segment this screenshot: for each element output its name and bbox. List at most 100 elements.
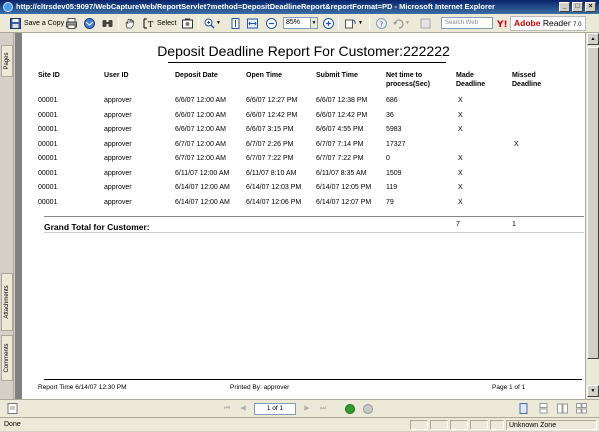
column-header-made-deadline: Made Deadline (456, 72, 486, 88)
cell-made-deadline: X (458, 97, 463, 104)
cell-net-time: 36 (386, 111, 394, 119)
cell-site-id: 00001 (38, 97, 58, 104)
footer-separator (44, 379, 582, 380)
next-page-icon[interactable]: ▶ (302, 404, 312, 414)
cell-site-id: 00001 (38, 155, 58, 162)
tab-comments[interactable]: Comments (1, 335, 13, 381)
tab-pages-label: Pages (4, 52, 10, 70)
cell-submit-time: 6/6/07 12:38 PM (316, 97, 368, 104)
browser-status-bar: Done Unknown Zone (0, 417, 599, 431)
go-back-view-icon[interactable] (345, 404, 355, 414)
zoom-in-icon[interactable] (204, 18, 215, 29)
title-underline (168, 62, 446, 63)
minimize-button[interactable]: _ (559, 2, 570, 12)
column-header-missed-deadline: Missed Deadline (512, 72, 542, 88)
scrollbar-thumb[interactable] (587, 47, 599, 359)
cell-made-deadline: X (458, 111, 463, 119)
vertical-scrollbar[interactable]: ▲ ▼ (585, 33, 599, 399)
report-title: Deposit Deadline Report For Customer:222… (157, 43, 450, 59)
email-icon[interactable] (84, 18, 95, 29)
undo-icon[interactable] (393, 18, 404, 29)
cell-user-id: approver (104, 140, 132, 148)
cell-net-time: 5983 (386, 126, 402, 133)
select-tool-button[interactable]: Select (157, 17, 176, 30)
cell-net-time: 79 (386, 198, 394, 206)
fit-page-icon[interactable] (247, 18, 258, 29)
status-pane (490, 420, 504, 430)
cell-submit-time: 6/14/07 12:05 PM (316, 184, 372, 191)
continuous-layout-icon[interactable] (538, 403, 549, 414)
cell-deposit-date: 6/6/07 12:00 AM (175, 111, 226, 119)
save-copy-icon[interactable] (10, 18, 21, 29)
cell-deposit-date: 6/14/07 12:00 AM (175, 198, 230, 206)
yahoo-search-icon[interactable]: Y! (497, 18, 508, 29)
close-button[interactable]: × (585, 2, 596, 12)
cell-deposit-date: 6/6/07 12:00 AM (175, 97, 226, 104)
status-pane (410, 420, 428, 430)
zoom-input[interactable]: 85% (283, 17, 311, 29)
window-titlebar: http://cltrsdev05:9097/WebCaptureWeb/Rep… (0, 0, 599, 14)
cell-site-id: 00001 (38, 111, 58, 119)
column-header-site-id: Site ID (38, 72, 60, 79)
scroll-up-icon[interactable]: ▲ (587, 33, 599, 45)
cell-site-id: 00001 (38, 126, 58, 133)
cell-net-time: 1509 (386, 169, 402, 177)
zoom-select-arrow-icon[interactable]: ▼ (310, 17, 318, 29)
last-page-icon[interactable]: ⏭ (318, 404, 328, 414)
toolbar-separator (198, 17, 199, 30)
maximize-button[interactable]: □ (572, 2, 583, 12)
search-web-input[interactable]: Search Web (441, 17, 493, 29)
cell-site-id: 00001 (38, 198, 58, 206)
zoom-out-icon[interactable] (266, 18, 277, 29)
find-icon[interactable] (102, 18, 113, 29)
single-page-layout-icon[interactable] (518, 403, 529, 414)
help-icon[interactable]: ? (376, 18, 387, 29)
undo-dropdown-arrow-icon[interactable]: ▼ (405, 17, 410, 30)
tab-pages[interactable]: Pages (1, 45, 13, 77)
security-zone-pane: Unknown Zone (506, 420, 597, 430)
cell-missed-deadline: X (514, 140, 519, 148)
cell-deposit-date: 6/6/07 12:00 AM (175, 126, 226, 133)
rotate-dropdown-arrow-icon[interactable]: ▼ (358, 17, 363, 30)
cell-user-id: approver (104, 126, 132, 133)
page-number-input[interactable]: 1 of 1 (254, 403, 296, 415)
column-header-submit-time: Submit Time (316, 72, 358, 79)
go-forward-view-icon[interactable] (363, 404, 373, 414)
first-page-icon[interactable]: ⏮ (222, 404, 232, 414)
actual-size-icon[interactable] (230, 18, 241, 29)
save-copy-button[interactable]: Save a Copy (24, 17, 64, 30)
snapshot-icon[interactable] (182, 18, 193, 29)
report-time: Report Time 6/14/07 12:30 PM (38, 384, 127, 391)
hand-tool-icon[interactable] (124, 18, 135, 29)
cell-site-id: 00001 (38, 184, 58, 191)
cell-submit-time: 6/7/07 7:22 PM (316, 155, 364, 162)
cell-submit-time: 6/7/07 7:14 PM (316, 140, 364, 148)
previous-page-icon[interactable]: ◀ (238, 404, 248, 414)
page-thumbnail-icon[interactable] (7, 403, 18, 414)
column-header-open-time: Open Time (246, 72, 283, 79)
cell-deposit-date: 6/11/07 12:00 AM (175, 169, 230, 177)
column-header-net-time: Net time to process(Sec) (386, 72, 430, 88)
tab-comments-label: Comments (4, 343, 10, 373)
total-made-deadline: 7 (456, 221, 460, 228)
zoom-plus-icon[interactable] (323, 18, 334, 29)
facing-layout-icon[interactable] (557, 403, 568, 414)
cell-net-time: 119 (386, 184, 398, 191)
print-icon[interactable] (66, 18, 77, 29)
internet-explorer-icon (3, 2, 13, 12)
continuous-facing-layout-icon[interactable] (576, 403, 587, 414)
tab-attachments[interactable]: Attachments (1, 273, 13, 331)
svg-text:?: ? (380, 21, 384, 29)
select-text-icon[interactable]: T (143, 18, 154, 29)
cell-user-id: approver (104, 184, 132, 191)
cell-site-id: 00001 (38, 169, 58, 177)
scroll-down-icon[interactable]: ▼ (587, 385, 599, 397)
zoom-dropdown-arrow-icon[interactable]: ▼ (216, 17, 221, 30)
total-bottom-rule (44, 232, 584, 233)
rotate-view-icon[interactable] (345, 18, 356, 29)
cell-deposit-date: 6/7/07 12:00 AM (175, 155, 226, 162)
cell-made-deadline: X (458, 198, 463, 206)
total-separator (44, 216, 584, 217)
cell-net-time: 686 (386, 97, 398, 104)
status-pane (470, 420, 488, 430)
